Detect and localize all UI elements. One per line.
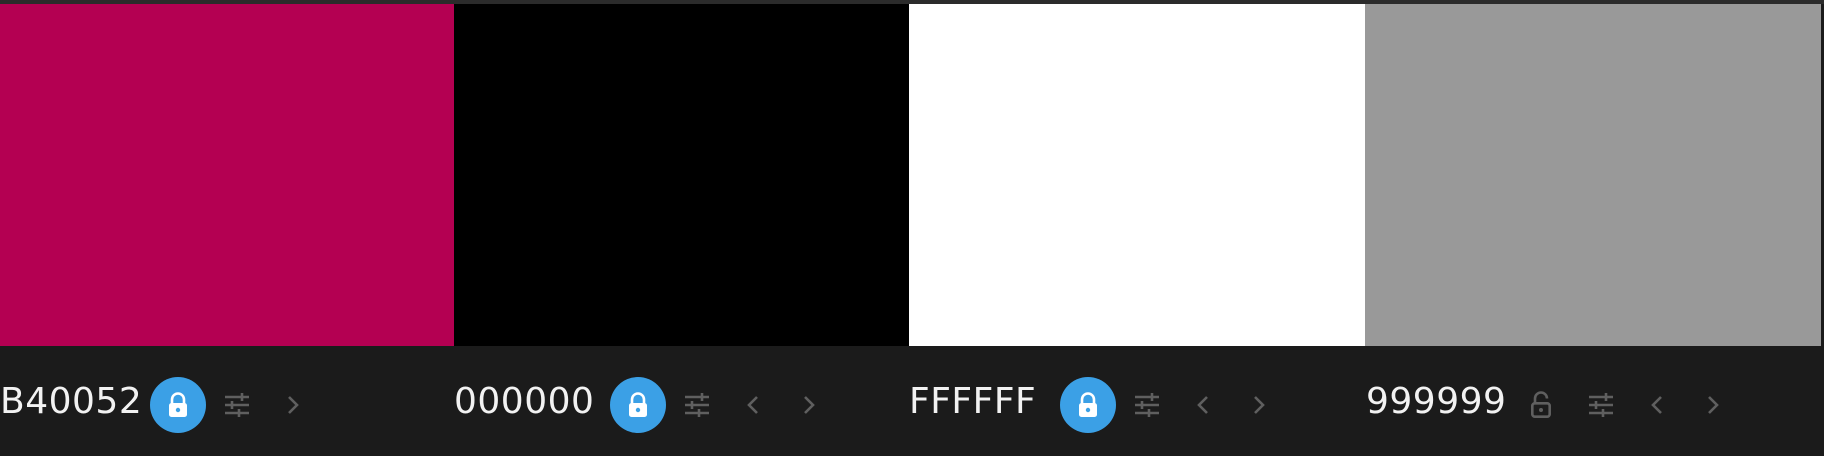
palette-editor: B40052 000000 FFFFFF 999999 xyxy=(0,0,1824,456)
move-right-button[interactable] xyxy=(1693,385,1733,425)
move-left-button[interactable] xyxy=(733,385,773,425)
move-left-button[interactable] xyxy=(1183,385,1223,425)
color-swatch-2[interactable] xyxy=(454,4,909,346)
hex-code[interactable]: FFFFFF xyxy=(909,380,1036,424)
adjust-sliders-icon xyxy=(223,392,251,418)
controls-bar: B40052 000000 FFFFFF 999999 xyxy=(0,346,1824,456)
move-right-button[interactable] xyxy=(273,385,313,425)
adjust-sliders-icon xyxy=(1133,392,1161,418)
color-swatch-3[interactable] xyxy=(909,4,1365,346)
chevron-right-icon xyxy=(1252,394,1266,416)
adjust-button[interactable] xyxy=(1581,385,1621,425)
lock-button[interactable] xyxy=(1513,377,1569,433)
adjust-sliders-icon xyxy=(1587,392,1615,418)
color-controls-1: B40052 xyxy=(0,346,454,456)
chevron-right-icon xyxy=(286,394,300,416)
lock-icon xyxy=(627,392,649,418)
chevron-left-icon xyxy=(746,394,760,416)
color-controls-3: FFFFFF xyxy=(909,346,1365,456)
adjust-button[interactable] xyxy=(1127,385,1167,425)
adjust-button[interactable] xyxy=(217,385,257,425)
color-controls-4: 999999 xyxy=(1365,346,1824,456)
hex-code[interactable]: 000000 xyxy=(454,380,594,424)
chevron-right-icon xyxy=(802,394,816,416)
adjust-button[interactable] xyxy=(677,385,717,425)
lock-button[interactable] xyxy=(150,377,206,433)
color-swatch-4[interactable] xyxy=(1365,4,1821,346)
lock-icon xyxy=(167,392,189,418)
color-swatch-1[interactable] xyxy=(0,4,454,346)
lock-button[interactable] xyxy=(610,377,666,433)
unlock-icon xyxy=(1530,391,1552,419)
hex-code[interactable]: 999999 xyxy=(1366,380,1506,424)
hex-code[interactable]: B40052 xyxy=(0,380,142,424)
adjust-sliders-icon xyxy=(683,392,711,418)
move-right-button[interactable] xyxy=(789,385,829,425)
move-right-button[interactable] xyxy=(1239,385,1279,425)
move-left-button[interactable] xyxy=(1637,385,1677,425)
chevron-left-icon xyxy=(1196,394,1210,416)
chevron-right-icon xyxy=(1706,394,1720,416)
color-controls-2: 000000 xyxy=(454,346,909,456)
swatch-row xyxy=(0,4,1824,346)
lock-button[interactable] xyxy=(1060,377,1116,433)
chevron-left-icon xyxy=(1650,394,1664,416)
lock-icon xyxy=(1077,392,1099,418)
